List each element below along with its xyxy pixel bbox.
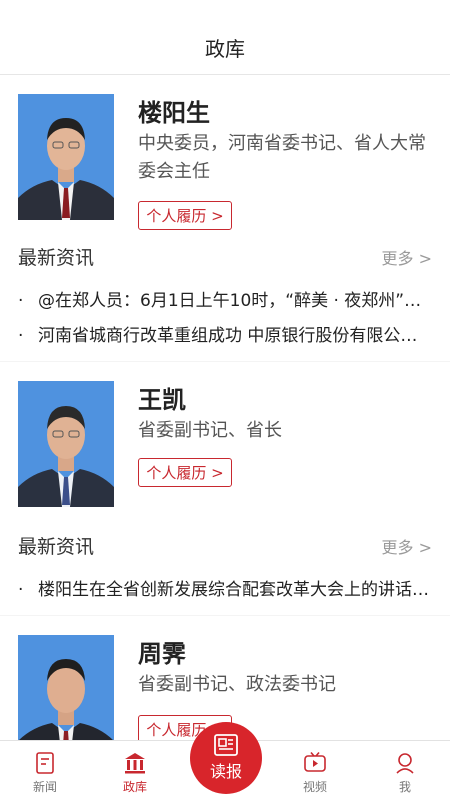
official-card: 王凯 省委副书记、省长 个人履历 > 最新资讯 更多 > · 楼阳生在全省创新发展… [0,362,450,615]
bullet-icon: · [18,580,24,600]
latest-news-heading: 最新资讯 [18,247,95,269]
resume-button[interactable]: 个人履历 > [138,201,232,230]
more-link[interactable]: 更多 > [382,245,433,269]
page-title: 政库 [205,37,245,61]
official-card: 楼阳生 中央委员，河南省委书记、省人大常委会主任 个人履历 > 最新资讯 更多 … [0,75,450,361]
read-paper-button[interactable]: 读报 [190,722,262,794]
library-icon [125,753,145,774]
news-title: 河南省城商行改革重组成功 中原银行股份有限公司…… [38,326,432,346]
official-photo[interactable] [18,635,114,740]
user-icon [396,753,414,774]
more-link[interactable]: 更多 > [382,534,433,558]
tab-label: 政库 [122,780,147,794]
news-title: @在郑人员：6月1日上午10时，“醉美 · 夜郑州”…… [38,291,432,311]
app-header: 政库 [0,0,450,75]
official-photo[interactable] [18,381,114,507]
tab-label: 新闻 [32,780,57,794]
tab-me[interactable]: 我 [360,741,450,801]
newspaper-icon [214,734,238,756]
tab-video[interactable]: 视频 [270,741,360,801]
tab-label: 我 [398,780,411,794]
tab-news[interactable]: 新闻 [0,741,90,801]
news-item[interactable]: · @在郑人员：6月1日上午10时，“醉美 · 夜郑州”…… [18,286,432,311]
bullet-icon: · [18,291,24,311]
official-list[interactable]: 楼阳生 中央委员，河南省委书记、省人大常委会主任 个人履历 > 最新资讯 更多 … [0,75,450,740]
official-name: 楼阳生 [138,98,210,127]
official-title: 中央委员，河南省委书记、省人大常委会主任 [138,133,426,182]
official-title: 省委副书记、省长 [138,420,282,441]
tab-library[interactable]: 政库 [90,741,180,801]
news-title: 楼阳生在全省创新发展综合配套改革大会上的讲话…… [38,580,432,600]
official-photo[interactable] [18,94,114,220]
news-icon [36,752,54,774]
news-item[interactable]: · 河南省城商行改革重组成功 中原银行股份有限公司…… [18,321,432,346]
bullet-icon: · [18,326,24,346]
resume-button[interactable]: 个人履历 > [138,458,232,487]
latest-news-heading: 最新资讯 [18,536,95,558]
read-paper-label: 读报 [209,762,242,781]
news-item[interactable]: · 楼阳生在全省创新发展综合配套改革大会上的讲话…… [18,575,432,600]
tab-label: 视频 [302,780,327,794]
official-name: 周霁 [138,639,186,668]
video-icon [304,751,326,772]
official-name: 王凯 [138,385,186,414]
official-title: 省委副书记、政法委书记 [138,674,336,695]
